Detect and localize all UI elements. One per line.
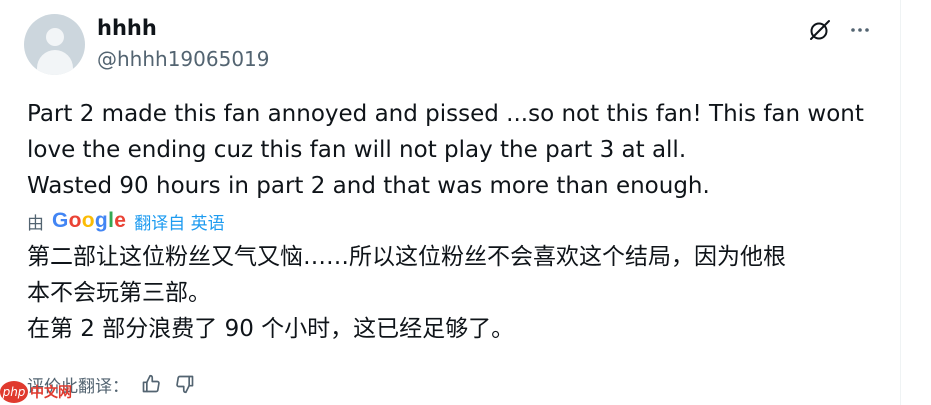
avatar-head — [46, 28, 64, 46]
original-line: Wasted 90 hours in part 2 and that was m… — [27, 173, 710, 199]
avatar-body — [37, 50, 73, 75]
translated-line: 本不会玩第三部。 — [27, 280, 211, 306]
display-name[interactable]: hhhh — [97, 16, 157, 40]
translated-from-link[interactable]: 翻译自 英语 — [134, 209, 224, 234]
thumbs-up-icon[interactable] — [139, 372, 163, 396]
php-watermark: php 中文网 — [0, 381, 72, 403]
google-logo: Google — [52, 209, 127, 232]
translated-line: 在第 2 部分浪费了 90 个小时，这已经足够了。 — [27, 316, 515, 342]
user-handle[interactable]: @hhhh19065019 — [97, 47, 270, 71]
more-icon[interactable] — [846, 16, 874, 44]
tweet-translated-text: 第二部让这位粉丝又气又恼……所以这位粉丝不会喜欢这个结局，因为他根 本不会玩第三… — [27, 239, 786, 347]
original-line: love the ending cuz this fan will not pl… — [27, 137, 687, 163]
grok-slash-icon[interactable] — [806, 16, 834, 44]
translated-line: 第二部让这位粉丝又气又恼……所以这位粉丝不会喜欢这个结局，因为他根 — [27, 244, 786, 270]
original-line: Part 2 made this fan annoyed and pissed … — [27, 101, 864, 127]
translation-attribution: 由 Google 翻译自 英语 — [27, 206, 225, 236]
avatar[interactable] — [24, 14, 85, 75]
thumbs-down-icon[interactable] — [173, 372, 197, 396]
watermark-logo: php — [0, 381, 28, 403]
right-panel-border — [900, 0, 931, 405]
watermark-text: 中文网 — [30, 385, 72, 401]
tweet-original-text: Part 2 made this fan annoyed and pissed … — [27, 96, 864, 204]
translation-by-label: 由 — [27, 213, 44, 234]
